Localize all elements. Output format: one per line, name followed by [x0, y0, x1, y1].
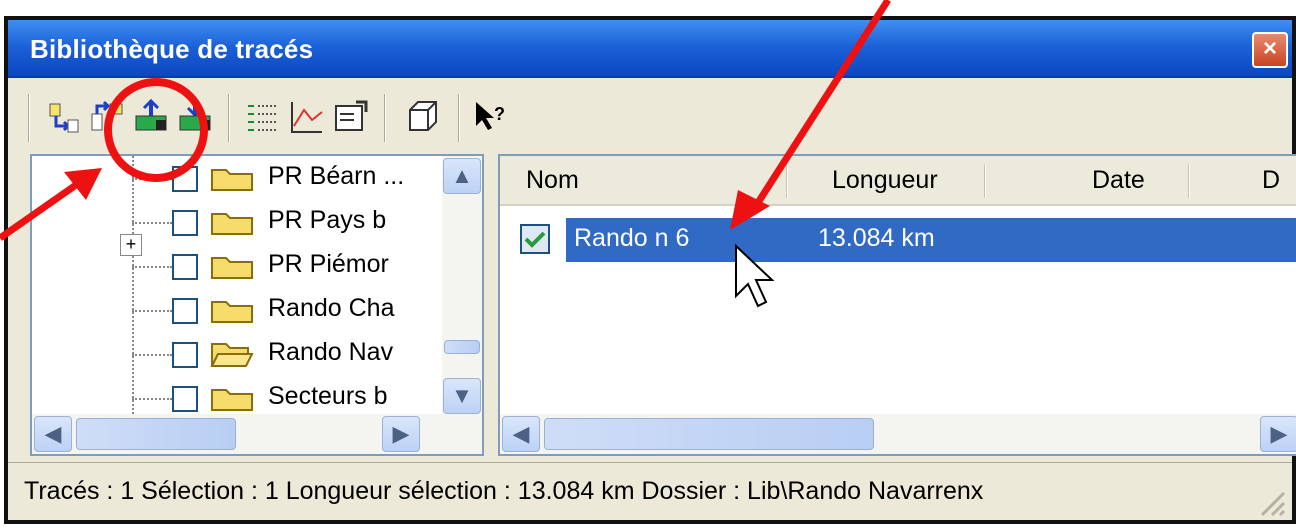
tree-item-label: Secteurs b: [268, 382, 388, 410]
tree-item-label: Rando Nav: [268, 338, 394, 366]
scroll-thumb[interactable]: [544, 418, 874, 450]
upload-gps-icon: [135, 98, 167, 131]
tree-checkbox[interactable]: [172, 254, 198, 280]
3d-box-icon: [409, 101, 437, 131]
tree-checkbox[interactable]: [172, 210, 198, 236]
scroll-left-icon[interactable]: ◀: [34, 416, 72, 452]
profile-chart-icon: [291, 102, 323, 133]
tree-item-label: PR Piémor: [268, 250, 389, 278]
row-length: 13.084 km: [818, 224, 935, 252]
toolbar-separator: [458, 94, 460, 142]
upload-gps-button[interactable]: [132, 98, 170, 136]
tree-branch: [132, 354, 172, 356]
tree-checkbox[interactable]: [172, 386, 198, 412]
folder-icon: [211, 213, 253, 235]
export-trace-button[interactable]: [88, 98, 126, 136]
toolbar-separator: [384, 94, 386, 142]
column-separator[interactable]: [984, 164, 986, 198]
import-trace-button[interactable]: [46, 98, 84, 136]
scroll-thumb[interactable]: [76, 418, 236, 450]
table-row[interactable]: Rando n 6 13.084 km: [500, 216, 1296, 264]
tree-item[interactable]: PR Pays b: [32, 200, 428, 244]
row-name: Rando n 6: [574, 224, 690, 252]
title-bar[interactable]: Bibliothèque de tracés ×: [8, 20, 1292, 78]
status-text: Tracés : 1 Sélection : 1 Longueur sélect…: [24, 477, 984, 505]
toolbar: ?: [28, 88, 1280, 150]
open-folder-icon: [210, 343, 254, 367]
help-button[interactable]: ?: [472, 98, 510, 136]
folder-icon: [211, 301, 253, 323]
import-trace-icon: [49, 103, 79, 133]
help-cursor-icon: ?: [476, 102, 505, 130]
checkmark-icon: [524, 231, 546, 248]
column-header-extra[interactable]: D: [1262, 166, 1280, 195]
tree-branch: [132, 178, 172, 180]
download-gps-button[interactable]: [176, 98, 214, 136]
tree-vertical-scrollbar[interactable]: ▲ ▼: [442, 156, 482, 416]
column-header-date[interactable]: Date: [1092, 166, 1145, 195]
scroll-right-icon[interactable]: ▶: [382, 416, 420, 452]
properties-button[interactable]: [332, 98, 370, 136]
folder-icon: [211, 389, 253, 411]
tree-checkbox[interactable]: [172, 342, 198, 368]
properties-icon: [335, 100, 368, 131]
row-checkbox[interactable]: [520, 224, 550, 254]
tree-item[interactable]: PR Piémor: [32, 244, 428, 288]
download-gps-icon: [179, 100, 211, 131]
svg-text:?: ?: [494, 104, 505, 124]
list-view-button[interactable]: [244, 98, 282, 136]
tree-item[interactable]: Rando Nav: [32, 332, 428, 376]
tree-item-label: Rando Cha: [268, 294, 395, 322]
scroll-left-icon[interactable]: ◀: [502, 416, 540, 452]
status-bar: Tracés : 1 Sélection : 1 Longueur sélect…: [8, 462, 1292, 524]
toolbar-grip: [28, 94, 30, 142]
tree-branch: [132, 266, 172, 268]
3d-view-button[interactable]: [404, 98, 442, 136]
tree-item[interactable]: Rando Cha: [32, 288, 428, 332]
export-trace-icon: [91, 100, 123, 131]
library-window: Bibliothèque de tracés × ? + PR Béarn ..…: [4, 16, 1296, 524]
close-button[interactable]: ×: [1252, 32, 1288, 68]
resize-grip-icon[interactable]: [1256, 487, 1286, 517]
column-header-length[interactable]: Longueur: [832, 166, 938, 195]
scroll-right-icon[interactable]: ▶: [1260, 416, 1296, 452]
scroll-down-icon[interactable]: ▼: [443, 378, 481, 414]
tree-branch: [132, 398, 172, 400]
column-separator[interactable]: [786, 164, 788, 198]
list-header: Nom Longueur Date D: [500, 156, 1296, 206]
scroll-up-icon[interactable]: ▲: [443, 158, 481, 194]
tree-branch: [132, 310, 172, 312]
tree-checkbox[interactable]: [172, 298, 198, 324]
tree-horizontal-scrollbar[interactable]: ◀ ▶: [32, 414, 482, 454]
tree-branch: [132, 222, 172, 224]
tree-checkbox[interactable]: [172, 166, 198, 192]
trace-list[interactable]: Nom Longueur Date D Rando n 6 13.084 km …: [498, 154, 1296, 456]
toolbar-separator: [228, 94, 230, 142]
window-title: Bibliothèque de tracés: [30, 34, 314, 64]
profile-chart-button[interactable]: [288, 98, 326, 136]
list-view-icon: [248, 105, 278, 131]
folder-icon: [211, 169, 253, 191]
folder-tree[interactable]: + PR Béarn ... PR Pays b PR Piémor Rando…: [30, 154, 484, 456]
list-horizontal-scrollbar[interactable]: ◀ ▶: [500, 414, 1296, 454]
column-separator[interactable]: [1188, 164, 1190, 198]
scroll-thumb[interactable]: [444, 340, 480, 354]
tree-item-label: PR Pays b: [268, 206, 387, 234]
folder-icon: [211, 257, 253, 279]
column-header-name[interactable]: Nom: [526, 166, 579, 195]
tree-item[interactable]: PR Béarn ...: [32, 156, 428, 200]
tree-item-label: PR Béarn ...: [268, 162, 405, 190]
